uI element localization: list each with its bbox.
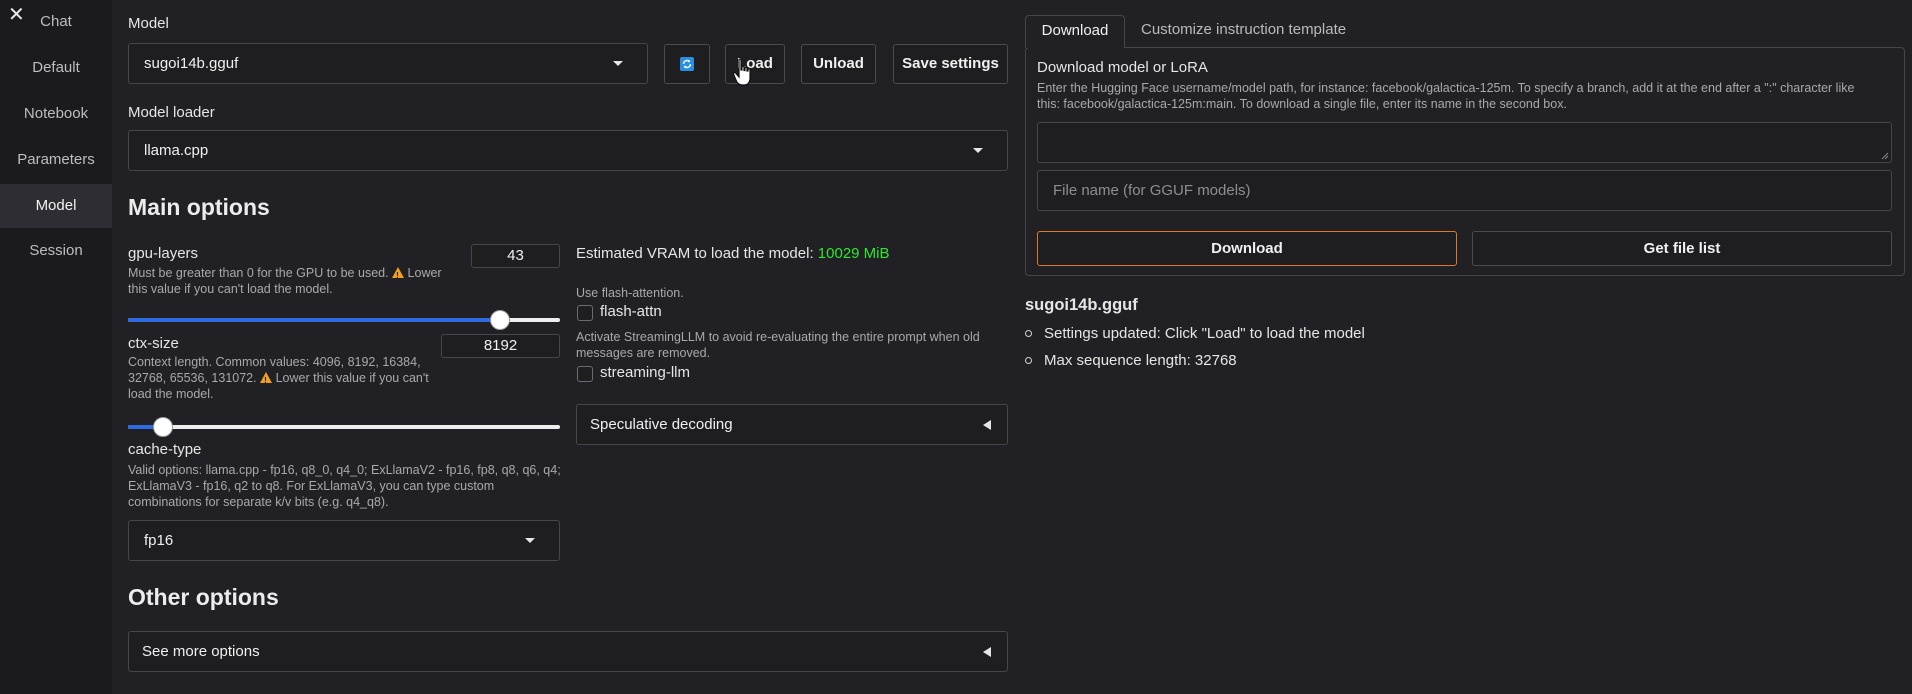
vram-label: Estimated VRAM to load the model: xyxy=(576,245,814,262)
ctx-size-hint-line2: 32768, 65536, 131072. Lower this value i… xyxy=(128,370,429,389)
unload-button[interactable]: Unload xyxy=(801,44,876,84)
file-name-placeholder: File name (for GGUF models) xyxy=(1053,182,1251,199)
sidebar-item-parameters[interactable]: Parameters xyxy=(0,138,112,182)
status-item: Max sequence length: 32768 xyxy=(1044,352,1237,369)
tab-customize-instruction-template[interactable]: Customize instruction template xyxy=(1141,21,1346,38)
gpu-layers-hint: Must be greater than 0 for the GPU to be… xyxy=(128,265,458,297)
cache-type-value: fp16 xyxy=(144,532,174,549)
streaming-llm-label: streaming-llm xyxy=(600,364,691,381)
hand-cursor-icon xyxy=(732,58,751,86)
repo-input[interactable] xyxy=(1037,122,1892,163)
cache-type-hint-line3: combinations for separate k/v bits (e.g.… xyxy=(128,495,389,509)
ctx-size-slider-thumb[interactable] xyxy=(153,417,173,437)
vram-estimate: Estimated VRAM to load the model: 10029 … xyxy=(576,245,890,262)
model-loader-label: Model loader xyxy=(128,104,215,121)
main-options-heading: Main options xyxy=(128,194,270,220)
cache-type-hint-line2: ExLlamaV3 - fp16, q2 to q8. For ExLlamaV… xyxy=(128,479,495,493)
ctx-size-hint-line1: Context length. Common values: 4096, 819… xyxy=(128,355,421,369)
gpu-layers-hint-tail: this value if you can't load the model. xyxy=(128,282,333,296)
download-hint-line1: Enter the Hugging Face username/model pa… xyxy=(1037,81,1855,95)
speculative-decoding-label: Speculative decoding xyxy=(590,416,733,433)
cache-type-select[interactable]: fp16 xyxy=(128,520,560,561)
sidebar-item-session[interactable]: Session xyxy=(0,229,112,273)
chevron-down-icon xyxy=(613,61,623,66)
model-select[interactable]: sugoi14b.gguf xyxy=(128,43,648,84)
ctx-size-hint-lower: Lower this value if you can't xyxy=(275,371,429,385)
ctx-size-input[interactable]: 8192 xyxy=(441,334,560,358)
sidebar-item-chat[interactable]: Chat xyxy=(0,0,112,44)
get-file-list-button[interactable]: Get file list xyxy=(1472,231,1892,266)
model-label: Model xyxy=(128,15,169,32)
flash-attn-label: flash-attn xyxy=(600,303,662,320)
ctx-size-hint-values: 32768, 65536, 131072. xyxy=(128,371,257,385)
file-name-input[interactable]: File name (for GGUF models) xyxy=(1037,170,1892,211)
streaming-llm-hint-line2: messages are removed. xyxy=(576,346,711,360)
download-heading: Download model or LoRA xyxy=(1037,59,1208,76)
model-select-value: sugoi14b.gguf xyxy=(144,55,239,72)
resize-handle-icon xyxy=(1881,152,1889,160)
bullet-icon xyxy=(1025,357,1032,364)
ctx-size-label: ctx-size xyxy=(128,335,179,352)
streaming-llm-hint-line1: Activate StreamingLLM to avoid re-evalua… xyxy=(576,330,980,344)
streaming-llm-checkbox[interactable] xyxy=(577,366,593,382)
vram-value: 10029 MiB xyxy=(817,245,890,262)
download-hint-line2: this: facebook/galactica-125m:main. To d… xyxy=(1037,97,1567,111)
tab-download[interactable]: Download xyxy=(1025,15,1125,48)
see-more-options-label: See more options xyxy=(142,643,260,660)
gpu-layers-hint-lower: Lower xyxy=(407,266,442,280)
ctx-size-slider[interactable] xyxy=(128,417,560,437)
download-button[interactable]: Download xyxy=(1037,231,1457,266)
sidebar-item-notebook[interactable]: Notebook xyxy=(0,92,112,136)
sidebar: ✕ Chat Default Notebook Parameters Model… xyxy=(0,0,112,694)
flash-attn-hint: Use flash-attention. xyxy=(576,286,684,300)
gpu-layers-hint-text: Must be greater than 0 for the GPU to be… xyxy=(128,266,389,280)
bullet-icon xyxy=(1025,330,1032,337)
chevron-down-icon xyxy=(973,148,983,153)
model-loader-select[interactable]: llama.cpp xyxy=(128,130,1008,171)
see-more-options-accordion[interactable]: See more options xyxy=(128,631,1008,672)
sidebar-item-model[interactable]: Model xyxy=(0,184,112,228)
cache-type-label: cache-type xyxy=(128,441,202,458)
status-item: Settings updated: Click "Load" to load t… xyxy=(1044,325,1365,342)
gpu-layers-input[interactable]: 43 xyxy=(471,244,560,268)
ctx-size-hint-line3: load the model. xyxy=(128,387,214,401)
chevron-down-icon xyxy=(525,538,535,543)
gpu-layers-slider-thumb[interactable] xyxy=(490,310,510,330)
refresh-icon xyxy=(680,57,694,71)
warning-icon xyxy=(260,372,273,389)
collapse-arrow-icon xyxy=(983,420,991,430)
model-loader-value: llama.cpp xyxy=(144,142,209,159)
cache-type-hint-line1: Valid options: llama.cpp - fp16, q8_0, q… xyxy=(128,463,561,477)
refresh-button[interactable] xyxy=(664,44,710,84)
flash-attn-checkbox[interactable] xyxy=(577,305,593,321)
sidebar-item-default[interactable]: Default xyxy=(0,46,112,90)
gpu-layers-slider[interactable] xyxy=(128,310,560,330)
save-settings-button[interactable]: Save settings xyxy=(893,44,1008,84)
warning-icon xyxy=(392,267,405,284)
status-title: sugoi14b.gguf xyxy=(1025,296,1138,314)
speculative-decoding-accordion[interactable]: Speculative decoding xyxy=(576,404,1008,445)
collapse-arrow-icon xyxy=(983,647,991,657)
gpu-layers-label: gpu-layers xyxy=(128,245,199,262)
gpu-layers-slider-fill xyxy=(128,318,500,322)
other-options-heading: Other options xyxy=(128,584,279,610)
